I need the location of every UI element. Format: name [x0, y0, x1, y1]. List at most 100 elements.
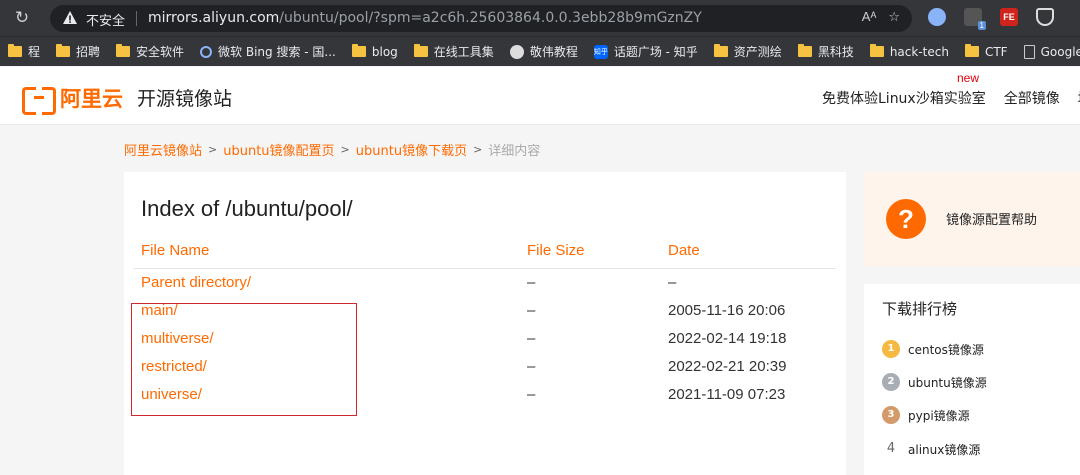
bookmark-item[interactable]: 黑科技 [790, 43, 862, 60]
bookmark-item[interactable]: CTF [957, 44, 1016, 59]
annotation-highlight-box [131, 303, 357, 416]
column-header-date: Date [668, 242, 700, 259]
download-ranking: 下载排行榜 1 centos镜像源 2 ubuntu镜像源 3 pypi镜像源 … [864, 284, 1080, 475]
folder-icon [713, 44, 728, 57]
file-date: 2022-02-21 20:39 [668, 358, 787, 375]
nav-all-mirrors[interactable]: 全部镜像 [1004, 88, 1060, 108]
ranking-title: 下载排行榜 [882, 300, 958, 318]
bookmark-item[interactable]: 微软 Bing 搜索 - 国... [192, 43, 344, 60]
bookmark-item[interactable]: 资产测绘 [706, 43, 790, 60]
url-text[interactable]: mirrors.aliyun.com/ubuntu/pool/?spm=a2c6… [148, 10, 702, 26]
top-nav: 免费体验Linux沙箱实验室 全部镜像 域名 new [822, 71, 1080, 108]
folder-icon [869, 44, 884, 57]
breadcrumb: 阿里云镜像站 > ubuntu镜像配置页 > ubuntu镜像下载页 > 详细内… [124, 140, 540, 159]
silver-medal-icon: 2 [882, 373, 900, 391]
bookmark-label: 资产测绘 [733, 45, 782, 59]
column-header-name: File Name [141, 242, 210, 259]
warning-icon[interactable] [62, 10, 78, 26]
bookmark-label: 敬伟教程 [529, 45, 578, 59]
bookmark-label: 安全软件 [136, 45, 185, 59]
omnibox-divider [136, 11, 137, 26]
url-host: mirrors.aliyun.com [148, 10, 280, 26]
bookmark-label: 招聘 [76, 45, 101, 59]
bookmark-label: 在线工具集 [433, 45, 494, 59]
bookmark-item[interactable]: hack-tech [862, 44, 957, 59]
bookmark-item[interactable]: blog [344, 44, 406, 59]
bookmark-label: 程 [28, 45, 41, 59]
bookmark-item[interactable]: 安全软件 [108, 43, 192, 60]
rank-number: 4 [886, 441, 896, 456]
bookmark-item[interactable]: 程 [0, 43, 48, 60]
help-card[interactable]: ? 镜像源配置帮助 [864, 172, 1080, 266]
fe-extension-icon[interactable]: FE [1000, 8, 1018, 26]
search-icon [200, 45, 213, 58]
ranking-item-label: pypi镜像源 [908, 408, 970, 423]
avatar-icon [509, 44, 524, 59]
bookmark-label: 话题广场 - 知乎 [613, 45, 698, 59]
breadcrumb-separator: > [473, 143, 483, 156]
page-icon [1023, 44, 1035, 59]
bookmark-star-icon[interactable]: ☆ [888, 9, 900, 29]
nav-sandbox-lab[interactable]: 免费体验Linux沙箱实验室 [822, 88, 986, 108]
ranking-item[interactable]: 3 pypi镜像源 [882, 406, 970, 424]
folder-icon [8, 44, 22, 57]
table-row: Parent directory/ – – [124, 274, 846, 302]
bookmark-item[interactable]: 在线工具集 [406, 43, 502, 60]
file-size: – [527, 330, 536, 347]
logo-text: 阿里云 [60, 87, 123, 111]
file-date: – [668, 274, 677, 291]
ranking-item-label: centos镜像源 [908, 342, 984, 357]
folder-icon [56, 44, 71, 57]
new-badge: new [957, 71, 980, 85]
folder-icon [964, 44, 979, 57]
breadcrumb-separator: > [340, 143, 350, 156]
profile-extension-icon[interactable] [928, 8, 946, 26]
file-link-parent-directory[interactable]: Parent directory/ [141, 274, 251, 291]
bookmark-item[interactable]: 知乎 话题广场 - 知乎 [586, 43, 706, 60]
reader-mode-icon[interactable]: Aᴬ [862, 9, 877, 29]
bookmark-item[interactable]: 招聘 [48, 43, 108, 60]
url-path: /ubuntu/pool/?spm=a2c6h.25603864.0.0.3eb… [279, 10, 702, 26]
folder-icon [116, 44, 131, 57]
help-link[interactable]: 镜像源配置帮助 [946, 209, 1037, 228]
breadcrumb-download-page[interactable]: ubuntu镜像下载页 [356, 140, 467, 159]
extension-badge: 1 [977, 21, 986, 30]
file-size: – [527, 386, 536, 403]
insecure-label[interactable]: 不安全 [86, 10, 125, 29]
bookmark-label: Google 翻译 [1040, 45, 1080, 59]
file-date: 2021-11-09 07:23 [668, 386, 786, 403]
table-header-divider [134, 268, 836, 269]
folder-icon [797, 44, 812, 57]
ranking-item[interactable]: 2 ubuntu镜像源 [882, 373, 987, 391]
file-size: – [527, 274, 536, 291]
site-name: 开源镜像站 [137, 88, 233, 110]
ranking-item[interactable]: 4 alinux镜像源 [882, 440, 980, 458]
folder-icon [351, 44, 366, 57]
bookmark-label: hack-tech [889, 44, 949, 59]
ranking-item-label: ubuntu镜像源 [908, 375, 987, 390]
aliyun-logo-icon [22, 87, 56, 115]
breadcrumb-home[interactable]: 阿里云镜像站 [124, 140, 202, 159]
bookmark-label: blog [371, 44, 398, 59]
zhihu-icon: 知乎 [593, 44, 608, 59]
breadcrumb-separator: > [208, 143, 218, 156]
column-header-size: File Size [527, 242, 585, 259]
file-size: – [527, 358, 536, 375]
aliyun-logo[interactable]: 阿里云 [22, 83, 123, 115]
page-title: Index of /ubuntu/pool/ [141, 196, 353, 221]
reload-icon[interactable]: ↻ [12, 8, 32, 28]
ranking-item-label: alinux镜像源 [908, 442, 981, 457]
question-icon: ? [886, 199, 926, 239]
file-date: 2005-11-16 20:06 [668, 302, 786, 319]
bookmark-label: 微软 Bing 搜索 - 国... [218, 45, 336, 59]
counter-extension-icon[interactable]: 1 [964, 8, 986, 30]
ranking-item[interactable]: 1 centos镜像源 [882, 340, 984, 358]
breadcrumb-config-page[interactable]: ubuntu镜像配置页 [223, 140, 334, 159]
bookmark-label: CTF [984, 44, 1008, 59]
browser-toolbar: ↻ 不安全 mirrors.aliyun.com/ubuntu/pool/?sp… [0, 0, 1080, 36]
file-size: – [527, 302, 536, 319]
bookmark-item[interactable]: 敬伟教程 [502, 43, 586, 60]
shield-extension-icon[interactable] [1036, 8, 1054, 26]
bookmark-item[interactable]: Google 翻译 [1016, 43, 1080, 60]
address-bar[interactable]: 不安全 mirrors.aliyun.com/ubuntu/pool/?spm=… [50, 5, 912, 32]
